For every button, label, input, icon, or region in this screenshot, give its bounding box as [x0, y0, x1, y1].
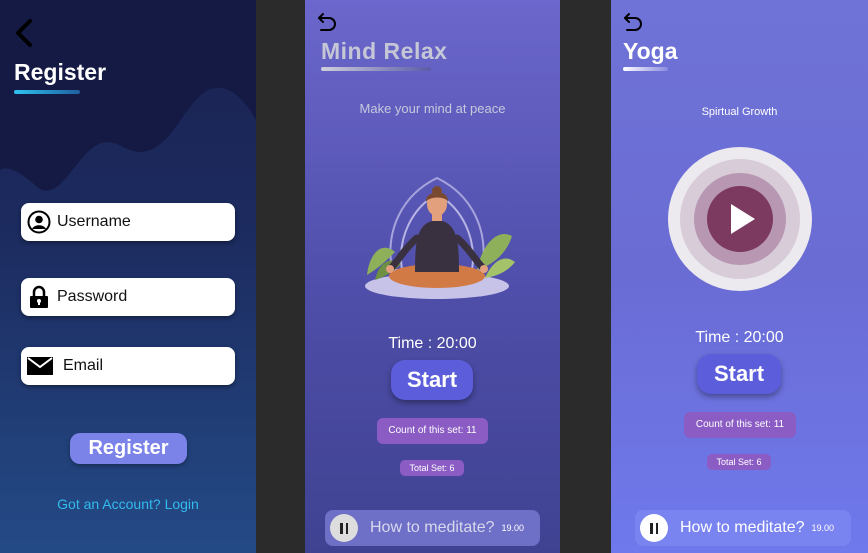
mind-relax-screen: Mind Relax Make your mind at peace Time … [305, 0, 560, 553]
mail-icon [27, 354, 53, 378]
yoga-screen: Yoga Spirtual Growth Time : 20:00 Start … [611, 0, 868, 553]
lock-icon [27, 285, 51, 309]
back-arrow-icon[interactable] [13, 18, 35, 48]
background-wave [0, 0, 256, 191]
pause-icon[interactable] [330, 514, 358, 542]
page-subtitle: Spirtual Growth [701, 106, 778, 118]
how-to-label: How to meditate? [370, 519, 495, 536]
pause-icon[interactable] [640, 514, 668, 542]
title-underline [321, 67, 431, 71]
duration-label: 19.00 [501, 523, 525, 533]
password-field[interactable]: Password [21, 278, 235, 316]
play-button-circle[interactable] [667, 146, 813, 292]
total-set-badge: Total Set: 6 [400, 460, 464, 476]
count-badge: Count of this set: 11 [684, 412, 796, 438]
password-label: Password [57, 288, 128, 305]
email-field[interactable]: Email [21, 347, 235, 385]
username-field[interactable]: Username [21, 203, 235, 241]
title-underline [14, 90, 80, 94]
page-subtitle: Make your mind at peace [359, 101, 506, 116]
count-badge: Count of this set: 11 [377, 418, 488, 444]
how-to-meditate-bar[interactable]: How to meditate? 19.00 [325, 510, 540, 546]
meditation-illustration [365, 176, 515, 299]
start-button[interactable]: Start [391, 360, 473, 400]
how-to-meditate-bar[interactable]: How to meditate? 19.00 [635, 510, 851, 546]
timer-label: Time : 20:00 [695, 329, 784, 346]
timer-label: Time : 20:00 [388, 335, 477, 352]
duration-label: 19.00 [811, 523, 835, 533]
undo-back-icon[interactable] [316, 10, 338, 32]
page-title: Mind Relax [321, 38, 448, 64]
register-screen: Register Username Password Email Registe… [0, 0, 256, 553]
total-set-badge: Total Set: 6 [707, 454, 771, 470]
page-title: Register [14, 59, 107, 85]
how-to-label: How to meditate? [680, 519, 805, 536]
login-link[interactable]: Got an Account? Login [0, 496, 256, 512]
undo-back-icon[interactable] [622, 10, 644, 32]
start-button[interactable]: Start [697, 354, 781, 394]
username-label: Username [57, 213, 131, 230]
page-title: Yoga [623, 38, 678, 64]
email-label: Email [63, 357, 104, 374]
register-button[interactable]: Register [70, 433, 187, 464]
title-underline [623, 67, 668, 71]
user-icon [27, 210, 51, 234]
